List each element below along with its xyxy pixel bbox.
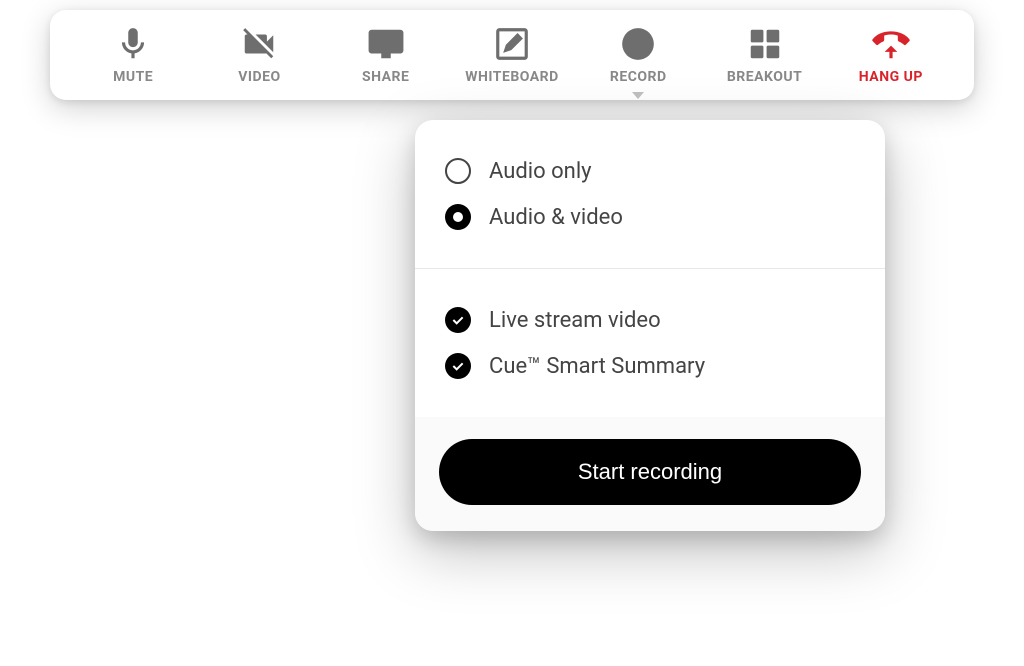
breakout-label: BREAKOUT — [727, 69, 802, 85]
microphone-icon — [114, 25, 152, 63]
cue-summary-option[interactable]: Cue™ Smart Summary — [445, 343, 855, 389]
popup-footer: Start recording — [415, 417, 885, 531]
whiteboard-button[interactable]: WHITEBOARD — [462, 25, 562, 85]
record-icon — [619, 25, 657, 63]
phone-down-icon — [872, 25, 910, 63]
audio-video-option[interactable]: Audio & video — [445, 194, 855, 240]
live-stream-option[interactable]: Live stream video — [445, 297, 855, 343]
record-label: RECORD — [610, 69, 667, 85]
grid-icon — [746, 25, 784, 63]
radio-selected-icon — [445, 204, 471, 230]
record-mode-section: Audio only Audio & video — [415, 120, 885, 269]
start-recording-button[interactable]: Start recording — [439, 439, 861, 505]
live-stream-label: Live stream video — [489, 308, 661, 333]
chevron-down-icon — [632, 92, 644, 99]
video-label: VIDEO — [238, 69, 280, 85]
record-popup: Audio only Audio & video Live stream vid… — [415, 120, 885, 531]
mute-label: MUTE — [113, 69, 153, 85]
monitor-icon — [367, 25, 405, 63]
hangup-label: HANG UP — [859, 69, 923, 85]
mute-button[interactable]: MUTE — [83, 25, 183, 85]
audio-only-label: Audio only — [489, 159, 592, 184]
whiteboard-label: WHITEBOARD — [465, 69, 559, 85]
cue-summary-label: Cue™ Smart Summary — [489, 354, 705, 379]
breakout-button[interactable]: BREAKOUT — [715, 25, 815, 85]
radio-unselected-icon — [445, 158, 471, 184]
video-button[interactable]: VIDEO — [209, 25, 309, 85]
check-icon — [445, 307, 471, 333]
hangup-button[interactable]: HANG UP — [841, 25, 941, 85]
record-button[interactable]: RECORD — [588, 25, 688, 85]
share-label: SHARE — [362, 69, 409, 85]
audio-only-option[interactable]: Audio only — [445, 148, 855, 194]
edit-square-icon — [493, 25, 531, 63]
check-icon — [445, 353, 471, 379]
call-toolbar: MUTE VIDEO SHARE WHITEBOARD — [50, 10, 974, 100]
record-features-section: Live stream video Cue™ Smart Summary — [415, 269, 885, 417]
audio-video-label: Audio & video — [489, 205, 623, 230]
video-off-icon — [240, 25, 278, 63]
share-button[interactable]: SHARE — [336, 25, 436, 85]
